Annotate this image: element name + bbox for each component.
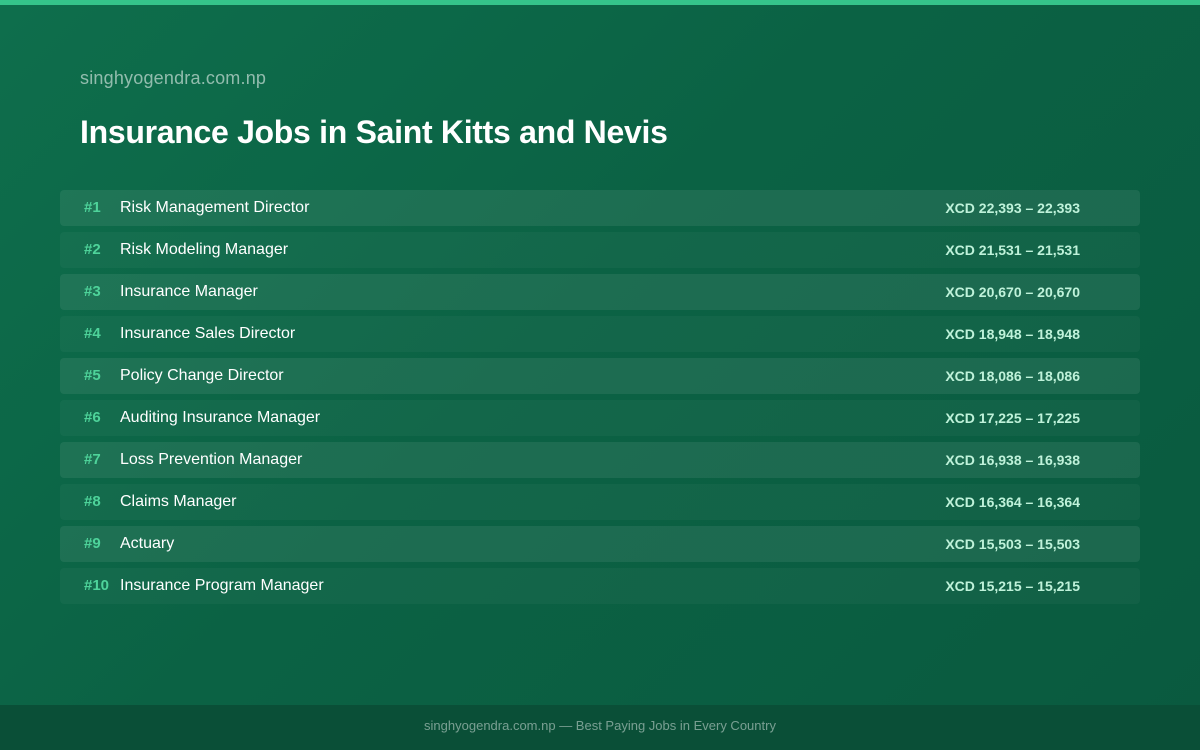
job-salary: XCD 21,531 – 21,531 — [945, 242, 1080, 258]
job-rank: #3 — [84, 283, 101, 300]
job-row: #1 Risk Management Director XCD 22,393 –… — [60, 190, 1140, 226]
job-rank: #10 — [84, 577, 110, 594]
job-salary: XCD 18,948 – 18,948 — [945, 326, 1080, 342]
job-rank: #5 — [84, 367, 101, 384]
job-title: Risk Modeling Manager — [120, 241, 289, 258]
footer: singhyogendra.com.np — Best Paying Jobs … — [0, 705, 1200, 750]
job-salary: XCD 15,215 – 15,215 — [945, 578, 1080, 594]
job-rank: #7 — [84, 451, 101, 468]
job-rank: #9 — [84, 535, 101, 552]
job-row: #4 Insurance Sales Director XCD 18,948 –… — [60, 316, 1140, 352]
job-rank: #8 — [84, 493, 101, 510]
job-title: Insurance Sales Director — [120, 325, 296, 342]
job-title: Claims Manager — [120, 493, 237, 510]
job-salary: XCD 16,364 – 16,364 — [945, 494, 1080, 510]
job-rank: #4 — [84, 325, 101, 342]
job-title: Loss Prevention Manager — [120, 451, 303, 468]
job-salary: XCD 18,086 – 18,086 — [945, 368, 1080, 384]
job-row: #6 Auditing Insurance Manager XCD 17,225… — [60, 400, 1140, 436]
job-row: #2 Risk Modeling Manager XCD 21,531 – 21… — [60, 232, 1140, 268]
job-title: Insurance Manager — [120, 283, 258, 300]
job-row: #8 Claims Manager XCD 16,364 – 16,364 — [60, 484, 1140, 520]
job-row: #3 Insurance Manager XCD 20,670 – 20,670 — [60, 274, 1140, 310]
job-list: #1 Risk Management Director XCD 22,393 –… — [60, 190, 1140, 610]
job-row: #7 Loss Prevention Manager XCD 16,938 – … — [60, 442, 1140, 478]
footer-text: singhyogendra.com.np — Best Paying Jobs … — [424, 718, 776, 733]
job-salary: XCD 15,503 – 15,503 — [945, 536, 1080, 552]
job-row: #10 Insurance Program Manager XCD 15,215… — [60, 568, 1140, 604]
job-title: Risk Management Director — [120, 199, 310, 216]
job-salary: XCD 17,225 – 17,225 — [945, 410, 1080, 426]
job-row: #5 Policy Change Director XCD 18,086 – 1… — [60, 358, 1140, 394]
job-title: Auditing Insurance Manager — [120, 409, 321, 426]
job-row: #9 Actuary XCD 15,503 – 15,503 — [60, 526, 1140, 562]
job-salary: XCD 16,938 – 16,938 — [945, 452, 1080, 468]
job-salary: XCD 22,393 – 22,393 — [945, 200, 1080, 216]
job-title: Policy Change Director — [120, 367, 284, 384]
page-title: Insurance Jobs in Saint Kitts and Nevis — [80, 114, 668, 150]
top-accent-bar — [0, 0, 1200, 5]
job-rank: #6 — [84, 409, 101, 426]
site-name: singhyogendra.com.np — [80, 68, 267, 88]
job-title: Insurance Program Manager — [120, 577, 324, 594]
job-rank: #2 — [84, 241, 101, 258]
job-rank: #1 — [84, 199, 101, 216]
job-title: Actuary — [120, 535, 175, 552]
job-salary: XCD 20,670 – 20,670 — [945, 284, 1080, 300]
